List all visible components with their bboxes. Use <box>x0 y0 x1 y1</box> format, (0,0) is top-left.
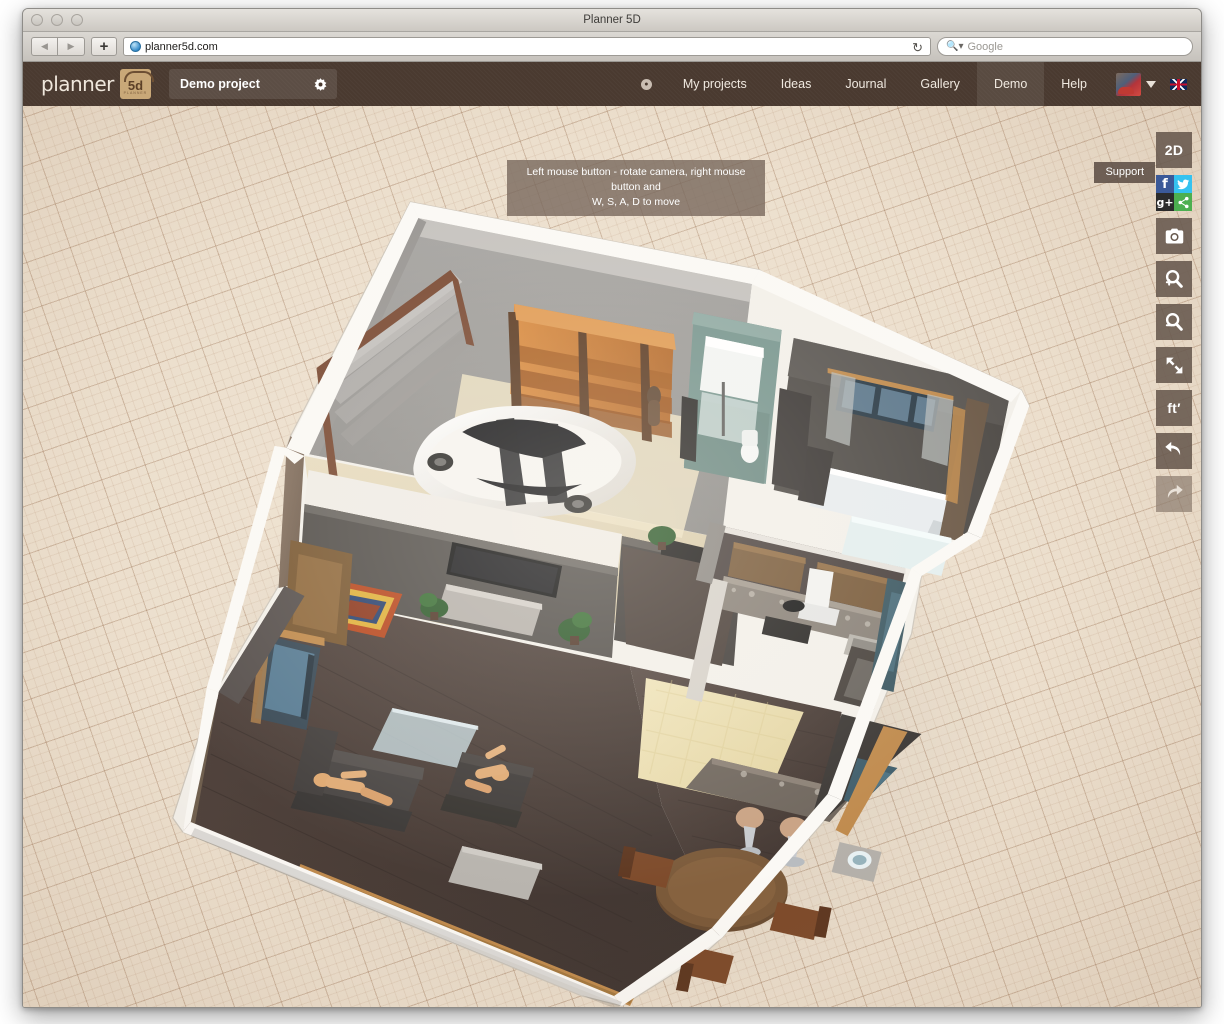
nav-item-help[interactable]: Help <box>1044 62 1104 106</box>
logo-badge-subtext: PLANNER <box>124 92 148 96</box>
undo-icon <box>1163 440 1185 462</box>
share-icon[interactable] <box>1174 193 1192 211</box>
zoom-in-button[interactable] <box>1156 261 1192 297</box>
user-menu[interactable] <box>1104 62 1166 106</box>
window-traffic-lights <box>31 14 83 26</box>
project-name-field[interactable]: Demo project <box>169 69 337 99</box>
camera-icon <box>1164 226 1185 247</box>
screenshot-button[interactable] <box>1156 218 1192 254</box>
scene-toolbar: 2D f g+ <box>1156 132 1192 512</box>
chevron-down-icon <box>1146 81 1156 88</box>
minimize-window-button[interactable] <box>51 14 63 26</box>
search-icon: 🔍▾ <box>946 41 963 52</box>
reload-icon[interactable]: ↻ <box>912 40 923 55</box>
house-model <box>23 106 1201 1007</box>
fullscreen-button[interactable] <box>1156 347 1192 383</box>
address-bar-url: planner5d.com <box>145 41 218 53</box>
app-header: planner 5d PLANNER Demo project ● <box>23 62 1201 106</box>
googleplus-icon[interactable]: g+ <box>1156 193 1174 211</box>
undo-button[interactable] <box>1156 433 1192 469</box>
app-viewport: planner 5d PLANNER Demo project ● <box>23 62 1201 1007</box>
browser-window: Planner 5D ◀ ▶ + planner5d.com ↻ 🔍▾ Goog… <box>22 8 1202 1008</box>
menu-dot-icon: ● <box>641 79 652 90</box>
globe-icon <box>130 41 141 52</box>
camera-hint-line-2: W, S, A, D to move <box>592 196 680 208</box>
browser-toolbar: ◀ ▶ + planner5d.com ↻ 🔍▾ Google <box>23 32 1201 62</box>
avatar <box>1116 73 1141 96</box>
support-button[interactable]: Support <box>1094 162 1155 183</box>
zoom-out-icon <box>1163 311 1185 333</box>
nav-item-journal[interactable]: Journal <box>828 62 903 106</box>
uk-flag-icon <box>1170 79 1187 90</box>
new-tab-button[interactable]: + <box>91 37 117 56</box>
gear-icon[interactable] <box>313 77 328 92</box>
zoom-out-button[interactable] <box>1156 304 1192 340</box>
floorplan-3d-canvas[interactable]: Left mouse button - rotate camera, right… <box>23 106 1201 1007</box>
facebook-icon[interactable]: f <box>1156 175 1174 193</box>
redo-icon <box>1163 483 1185 505</box>
zoom-window-button[interactable] <box>71 14 83 26</box>
project-name-label: Demo project <box>180 77 260 91</box>
search-placeholder: Google <box>967 41 1002 53</box>
nav-item-demo[interactable]: Demo <box>977 62 1044 106</box>
search-field[interactable]: 🔍▾ Google <box>937 37 1193 56</box>
browser-nav-buttons: ◀ ▶ <box>31 37 85 56</box>
close-window-button[interactable] <box>31 14 43 26</box>
units-label: ft′ <box>1167 400 1181 416</box>
nav-item-gallery[interactable]: Gallery <box>903 62 977 106</box>
redo-button[interactable] <box>1156 476 1192 512</box>
view-2d-label: 2D <box>1165 142 1184 158</box>
back-button[interactable]: ◀ <box>31 37 58 56</box>
camera-hint-line-1: Left mouse button - rotate camera, right… <box>527 166 746 193</box>
language-selector[interactable] <box>1166 62 1201 106</box>
twitter-icon[interactable] <box>1174 175 1192 193</box>
zoom-in-icon <box>1163 268 1185 290</box>
units-toggle-button[interactable]: ft′ <box>1156 390 1192 426</box>
logo-wordmark: planner <box>41 72 114 96</box>
address-bar[interactable]: planner5d.com ↻ <box>123 37 931 56</box>
nav-item-my-projects[interactable]: My projects <box>666 62 764 106</box>
browser-title-bar: Planner 5D <box>23 9 1201 32</box>
main-navigation: ● My projects Ideas Journal Gallery Demo… <box>627 62 1201 106</box>
app-logo[interactable]: planner 5d PLANNER <box>23 69 151 99</box>
view-2d-toggle-button[interactable]: 2D <box>1156 132 1192 168</box>
window-title: Planner 5D <box>23 9 1201 32</box>
camera-controls-hint: Left mouse button - rotate camera, right… <box>507 160 765 216</box>
sidebar-item-dot[interactable]: ● <box>627 62 666 106</box>
fullscreen-icon <box>1164 355 1185 376</box>
logo-house-badge: 5d PLANNER <box>120 69 151 99</box>
nav-item-ideas[interactable]: Ideas <box>764 62 829 106</box>
social-share-buttons[interactable]: f g+ <box>1156 175 1192 211</box>
forward-button[interactable]: ▶ <box>58 37 85 56</box>
